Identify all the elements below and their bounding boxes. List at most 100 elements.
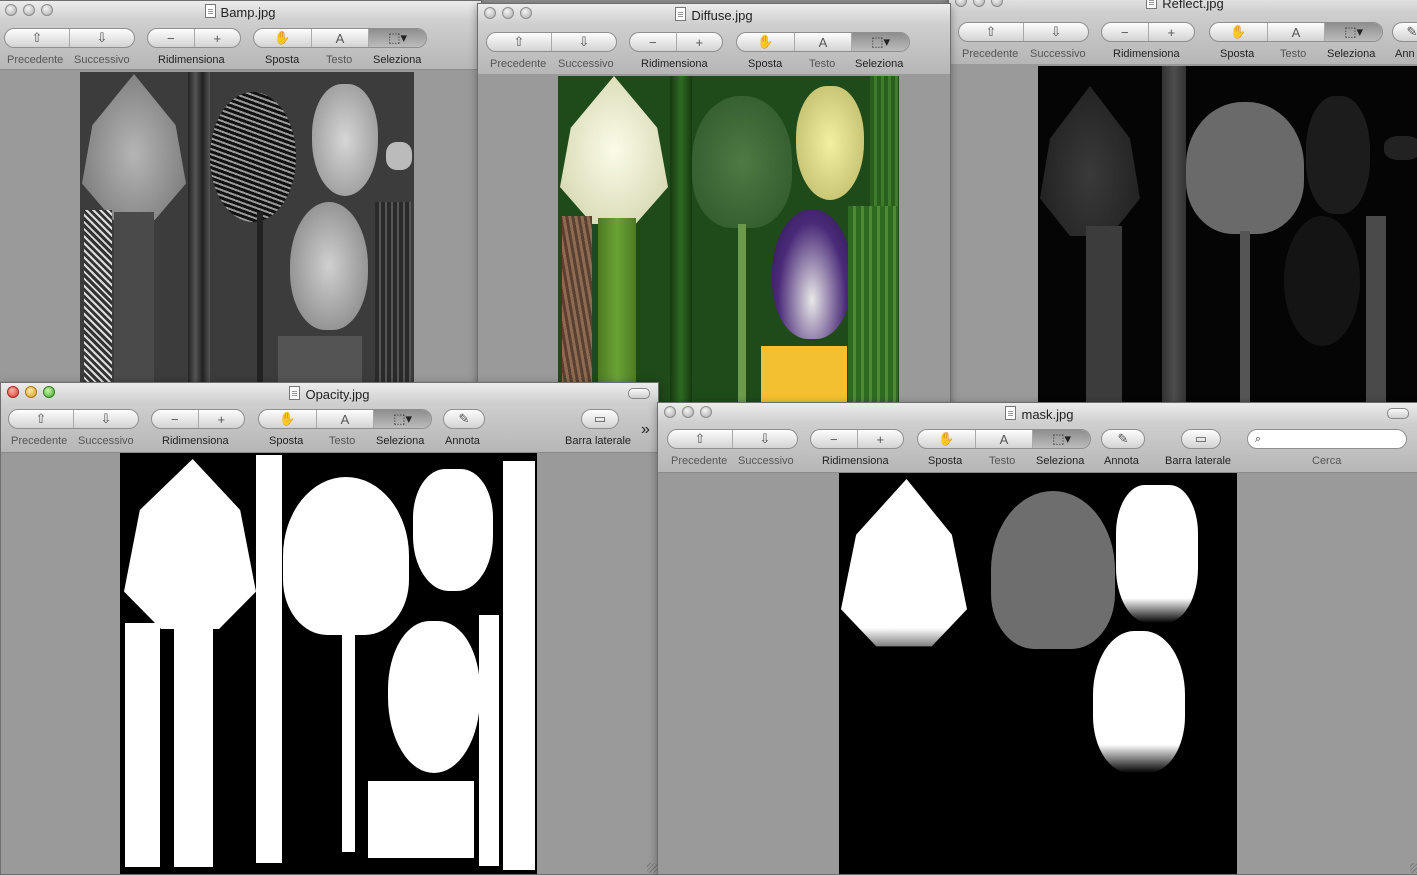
- resize-buttons[interactable]: − +: [810, 429, 904, 449]
- tools-buttons[interactable]: ✋ A ⬚▾: [253, 28, 427, 48]
- text-tool-icon[interactable]: A: [317, 410, 375, 428]
- sidebar-button[interactable]: ▭: [581, 409, 619, 429]
- zoom-out-icon[interactable]: −: [1102, 23, 1149, 41]
- veined-petal: [210, 92, 296, 222]
- arrow-up-icon[interactable]: ⇧: [5, 29, 70, 47]
- right-strips: [375, 202, 411, 386]
- sidebar-label: Barra laterale: [1165, 455, 1232, 467]
- arrow-down-icon[interactable]: ⇩: [1024, 23, 1088, 41]
- arrow-down-icon[interactable]: ⇩: [74, 410, 138, 428]
- search-label: Cerca: [1312, 455, 1342, 467]
- annotate-button[interactable]: ✎: [1101, 429, 1145, 449]
- image-area: [478, 74, 950, 406]
- zoom-in-icon[interactable]: +: [677, 33, 723, 51]
- tools-buttons[interactable]: ✋ A ⬚▾: [736, 32, 910, 52]
- selection-icon[interactable]: ⬚▾: [369, 29, 426, 47]
- annotate-button[interactable]: ✎: [443, 409, 485, 429]
- mask-petal-bottom-right: [388, 621, 480, 773]
- arrow-up-icon[interactable]: ⇧: [487, 33, 552, 51]
- zoom-out-icon[interactable]: −: [811, 430, 858, 448]
- prev-next-buttons[interactable]: ⇧ ⇩: [8, 409, 139, 429]
- resize-buttons[interactable]: − +: [151, 409, 245, 429]
- arrow-down-icon[interactable]: ⇩: [70, 29, 134, 47]
- zoom-in-icon[interactable]: +: [858, 430, 904, 448]
- selection-icon[interactable]: ⬚▾: [852, 33, 909, 51]
- image-area: [1, 453, 658, 874]
- window-mask: mask.jpg ⇧ ⇩ Precedente Successivo − + R…: [657, 402, 1417, 875]
- toolbar-toggle-button[interactable]: [628, 388, 650, 399]
- bamp-image: [80, 72, 414, 386]
- text-tool-icon[interactable]: A: [795, 33, 853, 51]
- text-label: Testo: [989, 455, 1016, 467]
- toolbar-overflow-icon[interactable]: »: [641, 421, 650, 439]
- annotate-button[interactable]: ✎: [1392, 22, 1417, 42]
- sidebar-icon[interactable]: ▭: [582, 410, 618, 428]
- prev-next-buttons[interactable]: ⇧ ⇩: [486, 32, 617, 52]
- move-label: Sposta: [928, 455, 963, 467]
- prev-next-buttons[interactable]: ⇧ ⇩: [667, 429, 798, 449]
- titlebar[interactable]: mask.jpg: [658, 403, 1417, 423]
- resize-label: Ridimensiona: [822, 455, 889, 467]
- titlebar[interactable]: Bamp.jpg: [0, 1, 481, 21]
- resize-handle[interactable]: [1410, 863, 1417, 873]
- selection-icon[interactable]: ⬚▾: [374, 410, 431, 428]
- hand-icon[interactable]: ✋: [737, 33, 795, 51]
- arrow-up-icon[interactable]: ⇧: [668, 430, 733, 448]
- hand-icon[interactable]: ✋: [259, 410, 317, 428]
- text-tool-icon[interactable]: A: [312, 29, 370, 47]
- white-petal-bottom-right: [1093, 631, 1185, 773]
- toolbar-toggle-button[interactable]: [1387, 408, 1409, 419]
- resize-handle[interactable]: [647, 863, 657, 873]
- petal-dark: [1040, 86, 1140, 236]
- titlebar[interactable]: Diffuse.jpg: [478, 4, 950, 24]
- stem-dark: [1086, 226, 1122, 406]
- mask-strip-far-right: [503, 461, 535, 870]
- tools-buttons[interactable]: ✋ A ⬚▾: [258, 409, 432, 429]
- prev-label: Precedente: [11, 435, 68, 447]
- mask-petal-left: [124, 459, 256, 629]
- pencil-icon[interactable]: ✎: [1102, 430, 1144, 448]
- selection-icon[interactable]: ⬚▾: [1325, 23, 1382, 41]
- search-field[interactable]: ⌕: [1247, 429, 1407, 449]
- zoom-in-icon[interactable]: +: [195, 29, 241, 47]
- hand-icon[interactable]: ✋: [918, 430, 976, 448]
- mask-petal-middle: [283, 477, 409, 635]
- zoom-in-icon[interactable]: +: [1149, 23, 1195, 41]
- resize-buttons[interactable]: − +: [147, 28, 241, 48]
- pencil-icon[interactable]: ✎: [444, 410, 484, 428]
- mask-strip-far-left: [125, 623, 160, 867]
- resize-buttons[interactable]: − +: [1101, 22, 1195, 42]
- text-tool-icon[interactable]: A: [1268, 23, 1326, 41]
- prev-next-buttons[interactable]: ⇧ ⇩: [958, 22, 1089, 42]
- veined-stem: [257, 212, 263, 386]
- window-title: Diffuse.jpg: [691, 8, 753, 23]
- bud: [1384, 136, 1417, 160]
- titlebar[interactable]: Reflect.jpg: [949, 0, 1417, 12]
- tools-buttons[interactable]: ✋ A ⬚▾: [917, 429, 1091, 449]
- next-label: Successivo: [1030, 48, 1086, 60]
- zoom-out-icon[interactable]: −: [152, 410, 199, 428]
- zoom-in-icon[interactable]: +: [199, 410, 245, 428]
- stripe: [1162, 66, 1186, 406]
- window-reflect: Reflect.jpg ⇧ ⇩ Precedente Successivo − …: [948, 0, 1417, 407]
- hand-icon[interactable]: ✋: [1210, 23, 1268, 41]
- hand-icon[interactable]: ✋: [254, 29, 312, 47]
- text-tool-icon[interactable]: A: [976, 430, 1034, 448]
- selection-icon[interactable]: ⬚▾: [1033, 430, 1090, 448]
- titlebar[interactable]: Opacity.jpg: [1, 383, 658, 403]
- sidebar-icon[interactable]: ▭: [1182, 430, 1220, 448]
- white-petal: [560, 76, 668, 224]
- arrow-down-icon[interactable]: ⇩: [552, 33, 616, 51]
- arrow-up-icon[interactable]: ⇧: [9, 410, 74, 428]
- arrow-up-icon[interactable]: ⇧: [959, 23, 1024, 41]
- pencil-icon[interactable]: ✎: [1393, 23, 1417, 41]
- tools-buttons[interactable]: ✋ A ⬚▾: [1209, 22, 1383, 42]
- prev-next-buttons[interactable]: ⇧ ⇩: [4, 28, 135, 48]
- sidebar-button[interactable]: ▭: [1181, 429, 1221, 449]
- arrow-down-icon[interactable]: ⇩: [733, 430, 797, 448]
- window-opacity: Opacity.jpg ⇧ ⇩ Precedente Successivo − …: [0, 382, 659, 875]
- zoom-out-icon[interactable]: −: [630, 33, 677, 51]
- petal-faint: [1306, 96, 1370, 214]
- resize-buttons[interactable]: − +: [629, 32, 723, 52]
- zoom-out-icon[interactable]: −: [148, 29, 195, 47]
